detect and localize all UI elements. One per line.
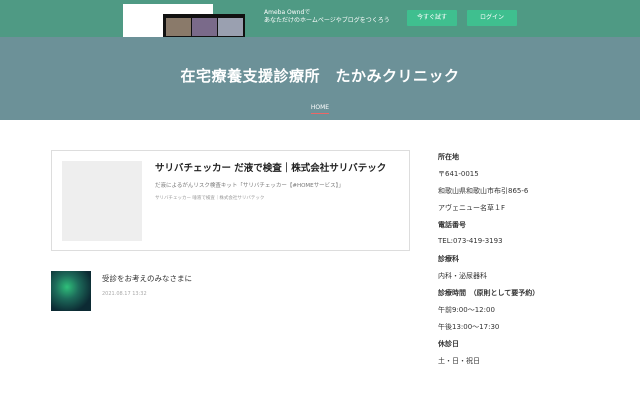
main-nav: HOME (0, 104, 640, 114)
ad-text-line: あなただけのホームページやブログをつくろう (264, 17, 390, 24)
ad-text-line: Ameba Owndで (264, 9, 311, 16)
sidebar-text: 土・日・祝日 (438, 357, 480, 365)
site-header: 在宅療養支援診療所 たかみクリニック HOME (0, 37, 640, 120)
sidebar-text: アヴェニュー名草１F (438, 204, 506, 212)
try-now-button[interactable]: 今すぐ試す (407, 10, 457, 26)
sidebar-text: 午前9:00〜12:00 (438, 306, 495, 314)
login-button[interactable]: ログイン (467, 10, 517, 26)
sidebar-heading: 休診日 (438, 340, 459, 348)
site-title[interactable]: 在宅療養支援診療所 たかみクリニック (0, 65, 640, 86)
sidebar-text: 〒641-0015 (438, 170, 479, 178)
link-card[interactable]: サリバチェッカー だ液で検査｜株式会社サリバテック だ液によるがんリスク検査キッ… (51, 150, 410, 251)
card-thumbnail (62, 161, 142, 241)
sidebar-info: 所在地〒641-0015 和歌山県和歌山市布引865-6 アヴェニュー名草１F 電話番… (438, 152, 539, 373)
nav-home[interactable]: HOME (310, 104, 330, 114)
ameba-ad-banner: Ameba Owndで あなただけのホームページやブログをつくろう 今すぐ試す … (0, 0, 640, 37)
card-title[interactable]: サリバチェッカー だ液で検査｜株式会社サリバテック (155, 160, 386, 174)
ad-text: Ameba Owndで あなただけのホームページやブログをつくろう (264, 9, 390, 25)
ad-image-photos (163, 14, 245, 37)
sidebar-text: 和歌山県和歌山市布引865-6 (438, 187, 529, 195)
card-source: サリバチェッカー 唾液で検査｜株式会社サリバテック (155, 196, 265, 201)
sidebar-text: 午後13:00〜17:30 (438, 323, 500, 331)
sidebar-heading: 所在地 (438, 153, 459, 161)
sidebar-text: TEL:073-419-3193 (438, 237, 503, 245)
sidebar-heading: 電話番号 (438, 221, 466, 229)
sidebar-heading: 診療科 (438, 255, 459, 263)
post-title[interactable]: 受診をお考えのみなさまに (102, 273, 192, 284)
post-date: 2021.08.17 13:32 (102, 291, 147, 297)
card-description: だ液によるがんリスク検査キット「サリバチェッカー【#HOMEサービス】」 (155, 183, 344, 189)
post-thumbnail-aurora[interactable] (51, 271, 91, 311)
sidebar-heading: 診療時間 （原則として要予約） (438, 289, 540, 297)
sidebar-text: 内科・泌尿器科 (438, 272, 487, 280)
